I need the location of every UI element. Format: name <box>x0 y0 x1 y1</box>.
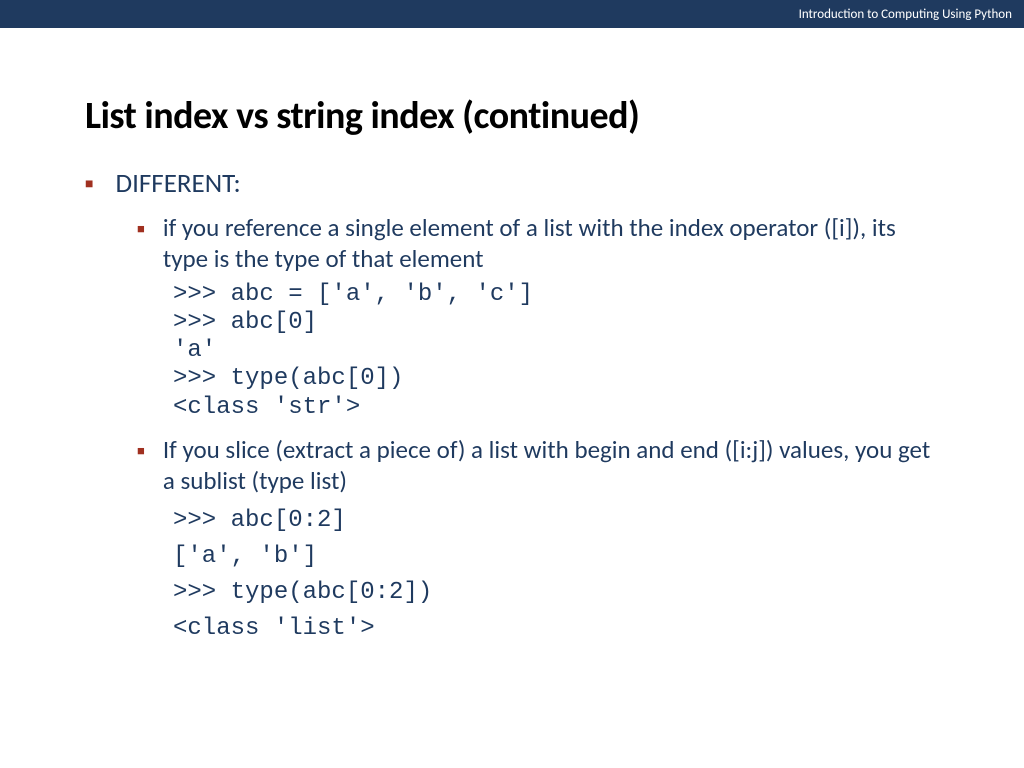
bullet-marker-icon: ■ <box>137 221 145 237</box>
bullet-different: ■ DIFFERENT: <box>85 167 939 200</box>
bullet-marker-icon: ■ <box>137 443 145 459</box>
slide-content: List index vs string index (continued) ■… <box>0 28 1024 647</box>
bullet-marker-icon: ■ <box>85 175 93 192</box>
bullet-slice-text: If you slice (extract a piece of) a list… <box>163 434 939 497</box>
code-block-indexing: >>> abc = ['a', 'b', 'c'] >>> abc[0] 'a'… <box>173 281 939 423</box>
code-line: >>> abc = ['a', 'b', 'c'] <box>173 281 939 309</box>
code-line: <class 'list'> <box>173 611 939 647</box>
header-bar: Introduction to Computing Using Python <box>0 0 1024 28</box>
code-block-slicing: >>> abc[0:2] ['a', 'b'] >>> type(abc[0:2… <box>173 503 939 647</box>
code-line: ['a', 'b'] <box>173 539 939 575</box>
bullet-single-element: ■ if you reference a single element of a… <box>137 212 939 275</box>
slide-title: List index vs string index (continued) <box>85 93 939 139</box>
code-line: >>> abc[0] <box>173 309 939 337</box>
code-line: 'a' <box>173 337 939 365</box>
course-label: Introduction to Computing Using Python <box>799 7 1012 22</box>
bullet-single-element-text: if you reference a single element of a l… <box>163 212 939 275</box>
code-line: <class 'str'> <box>173 394 939 422</box>
code-line: >>> abc[0:2] <box>173 503 939 539</box>
bullet-different-text: DIFFERENT: <box>115 167 240 200</box>
code-line: >>> type(abc[0:2]) <box>173 575 939 611</box>
code-line: >>> type(abc[0]) <box>173 365 939 393</box>
bullet-slice: ■ If you slice (extract a piece of) a li… <box>137 434 939 497</box>
